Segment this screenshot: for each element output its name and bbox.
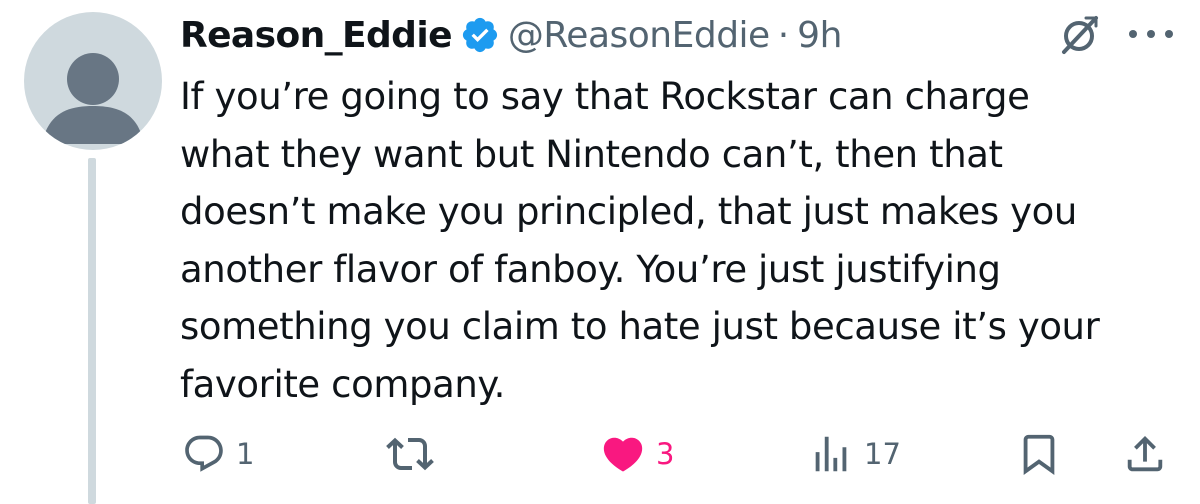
- reply-icon: [185, 435, 223, 472]
- display-name[interactable]: Reason_Eddie: [180, 15, 453, 56]
- bookmark-icon: [1023, 434, 1055, 475]
- thread-connector-line: [88, 158, 96, 504]
- timestamp[interactable]: 9h: [797, 15, 842, 56]
- separator-dot: ·: [777, 14, 790, 56]
- bookmark-button[interactable]: [1016, 428, 1062, 480]
- views-button[interactable]: 17: [808, 428, 901, 480]
- views-count: 17: [864, 437, 901, 471]
- reply-button[interactable]: 1: [182, 428, 254, 480]
- more-icon[interactable]: [1126, 26, 1176, 40]
- views-icon: [815, 436, 847, 472]
- like-count: 3: [656, 437, 675, 471]
- tweet-header: Reason_Eddie @ReasonEddie · 9h: [180, 8, 842, 62]
- verified-badge-icon: [460, 15, 500, 55]
- avatar[interactable]: [24, 12, 162, 150]
- heart-icon: [603, 437, 643, 472]
- retweet-button[interactable]: [386, 428, 444, 480]
- default-profile-icon: [42, 53, 144, 144]
- user-handle[interactable]: @ReasonEddie: [508, 15, 770, 56]
- share-button[interactable]: [1122, 428, 1168, 480]
- grok-icon[interactable]: [1058, 12, 1102, 56]
- reply-count: 1: [236, 437, 255, 471]
- like-button[interactable]: 3: [600, 428, 674, 480]
- share-icon: [1127, 435, 1163, 472]
- tweet-text: If you’re going to say that Rockstar can…: [180, 75, 1100, 406]
- retweet-icon: [386, 437, 434, 471]
